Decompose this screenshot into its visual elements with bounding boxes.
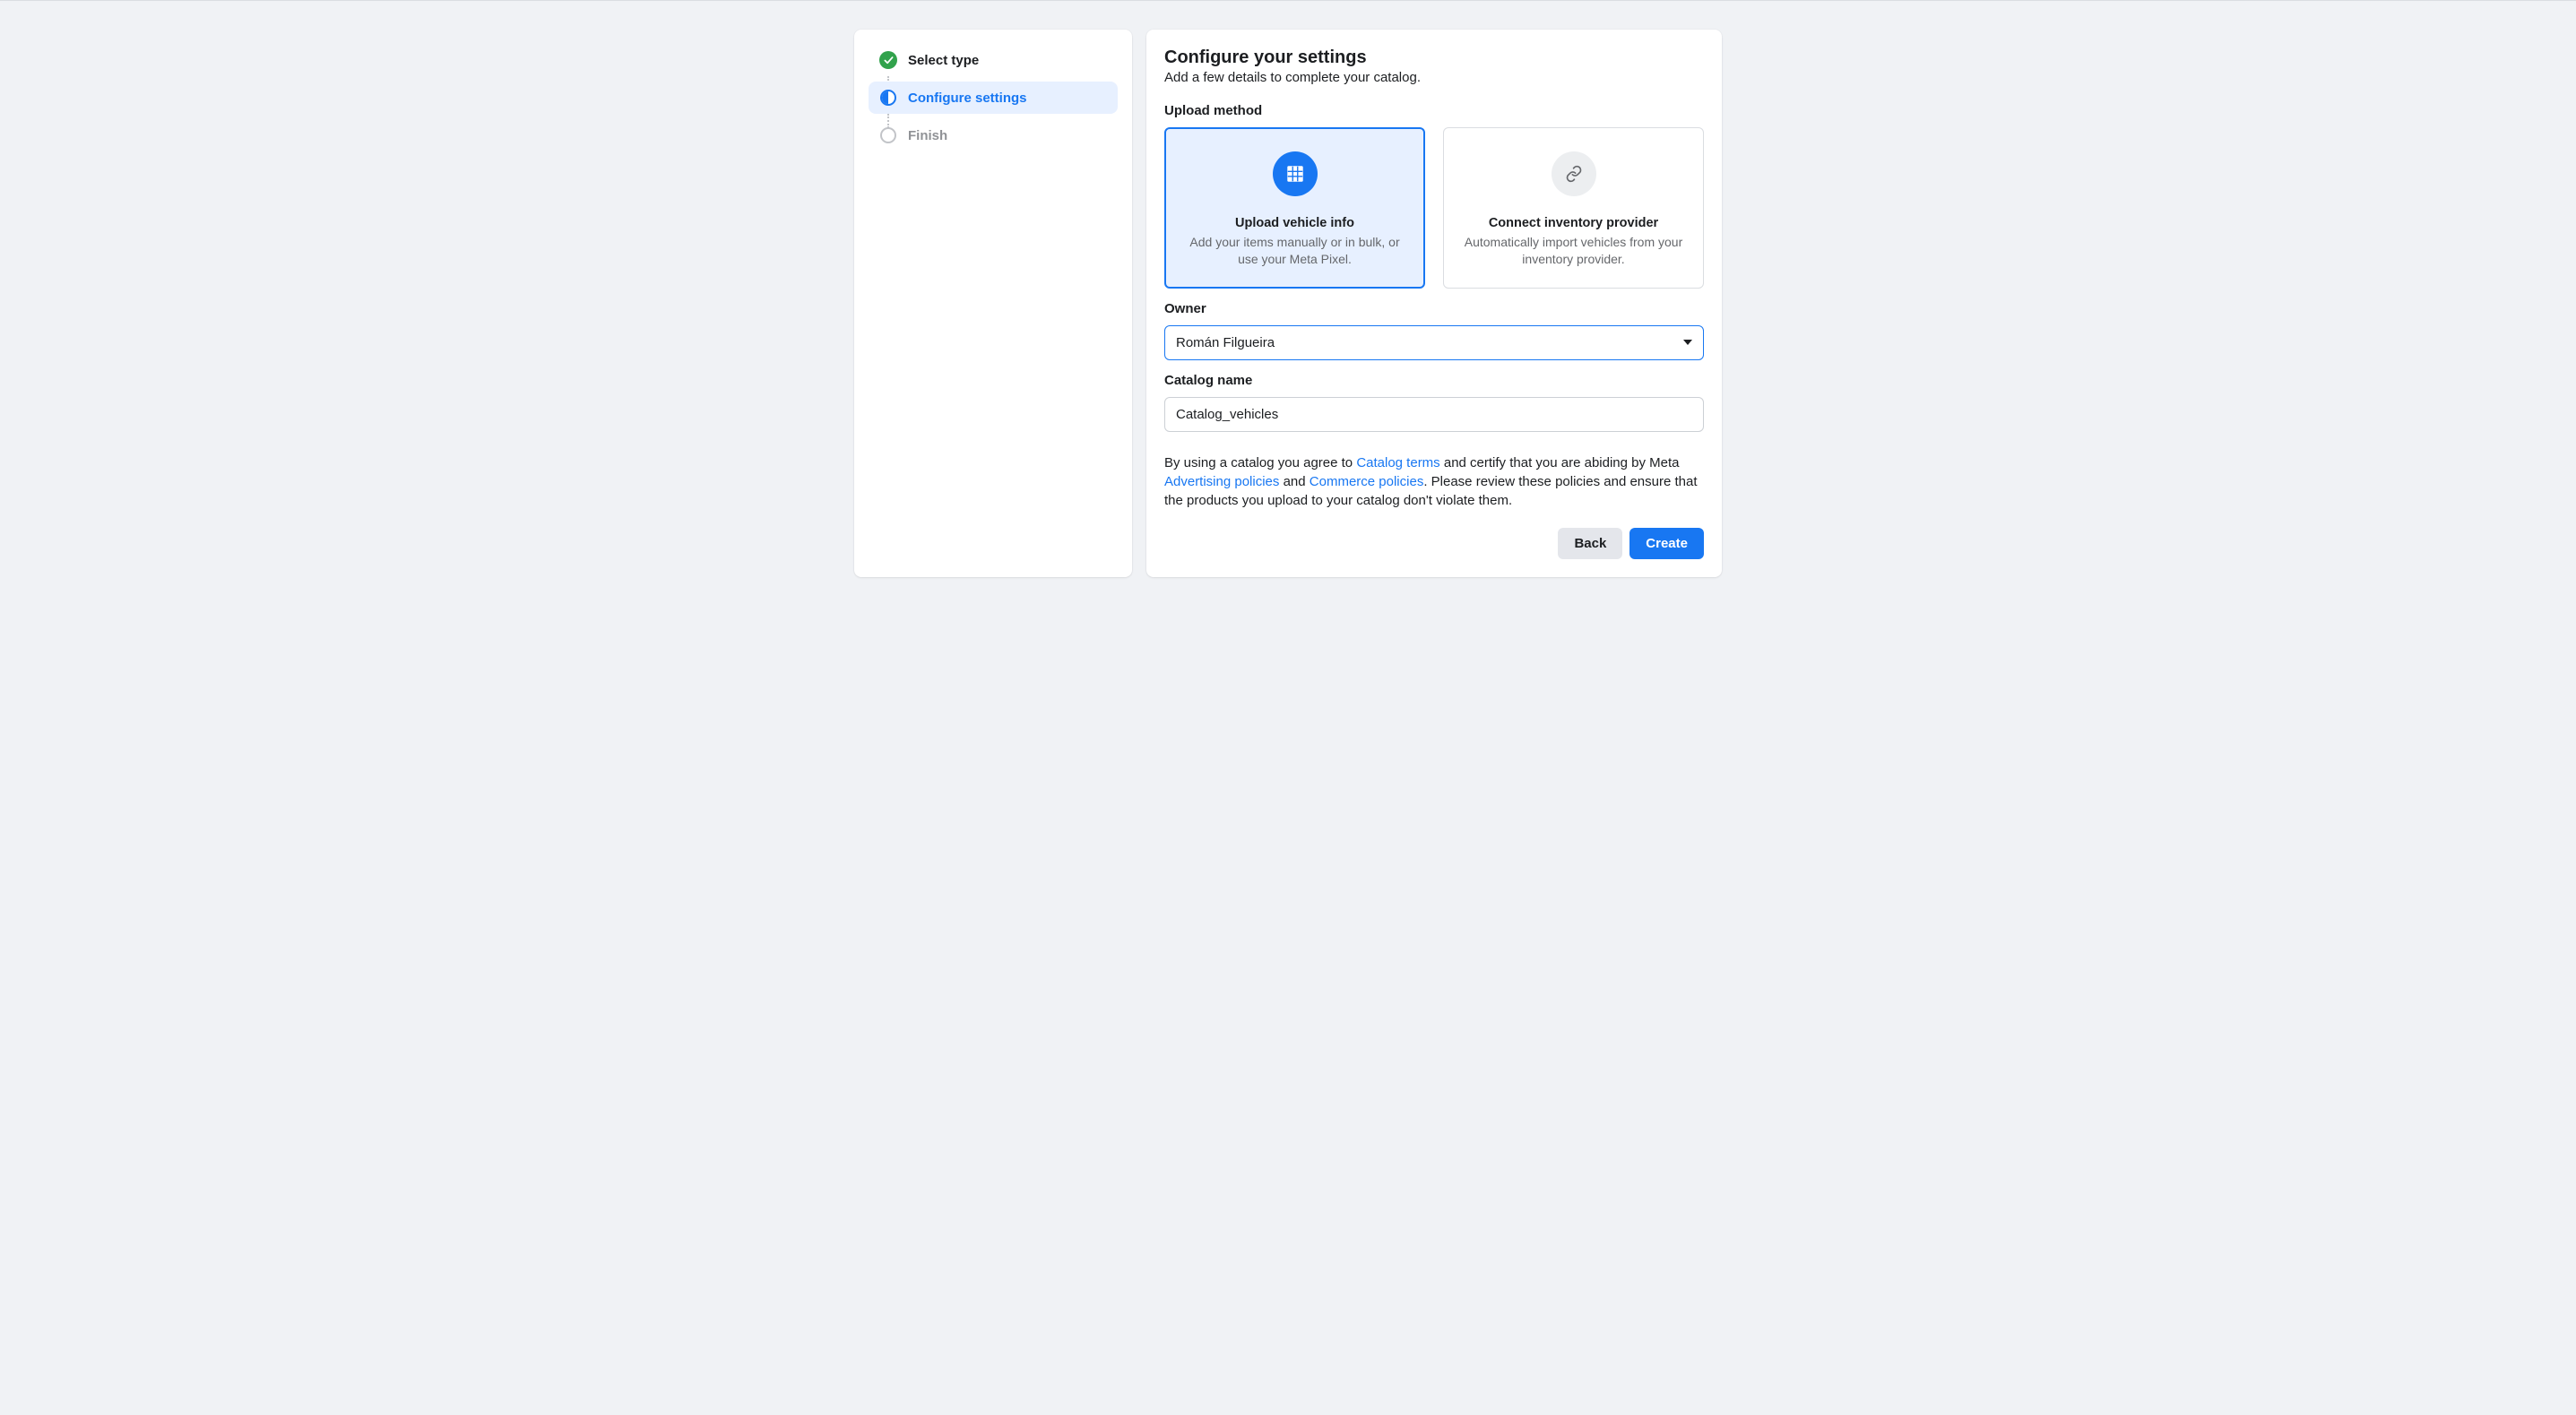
step-label: Configure settings [908, 91, 1027, 106]
link-icon [1552, 151, 1596, 196]
method-title: Upload vehicle info [1235, 216, 1354, 230]
back-button[interactable]: Back [1558, 528, 1622, 559]
commerce-policies-link[interactable]: Commerce policies [1310, 474, 1424, 489]
step-select-type[interactable]: Select type [869, 44, 1118, 76]
page-subtitle: Add a few details to complete your catal… [1164, 70, 1704, 85]
upload-method-options: Upload vehicle info Add your items manua… [1164, 127, 1704, 289]
upload-method-option-connect[interactable]: Connect inventory provider Automatically… [1443, 127, 1704, 289]
owner-select[interactable]: Román Filgueira [1164, 325, 1704, 360]
chevron-down-icon [1683, 340, 1692, 345]
method-desc: Automatically import vehicles from your … [1458, 234, 1689, 268]
method-title: Connect inventory provider [1489, 216, 1658, 230]
owner-value: Román Filgueira [1176, 335, 1275, 350]
terms-pre: By using a catalog you agree to [1164, 455, 1356, 470]
grid-icon [1273, 151, 1318, 196]
footer-actions: Back Create [1164, 528, 1704, 559]
terms-text: By using a catalog you agree to Catalog … [1164, 453, 1704, 510]
method-desc: Add your items manually or in bulk, or u… [1180, 234, 1410, 268]
step-finish[interactable]: Finish [869, 119, 1118, 151]
half-circle-icon [879, 89, 897, 107]
page-title: Configure your settings [1164, 47, 1704, 68]
catalog-name-label: Catalog name [1164, 373, 1704, 388]
checkmark-icon [879, 51, 897, 69]
upload-method-label: Upload method [1164, 103, 1704, 118]
empty-circle-icon [879, 126, 897, 144]
terms-mid1: and certify that you are abiding by Meta [1440, 455, 1680, 470]
create-button[interactable]: Create [1629, 528, 1704, 559]
step-configure-settings[interactable]: Configure settings [869, 82, 1118, 114]
page-container: Select type Configure settings Finish Co… [0, 1, 2576, 606]
catalog-name-input[interactable] [1164, 397, 1704, 432]
main-panel: Configure your settings Add a few detail… [1146, 30, 1722, 577]
step-label: Finish [908, 128, 947, 143]
catalog-terms-link[interactable]: Catalog terms [1356, 455, 1439, 470]
step-label: Select type [908, 53, 979, 68]
advertising-policies-link[interactable]: Advertising policies [1164, 474, 1279, 489]
stepper-sidebar: Select type Configure settings Finish [854, 30, 1132, 577]
terms-mid2: and [1279, 474, 1309, 489]
owner-label: Owner [1164, 301, 1704, 316]
upload-method-option-upload[interactable]: Upload vehicle info Add your items manua… [1164, 127, 1425, 289]
